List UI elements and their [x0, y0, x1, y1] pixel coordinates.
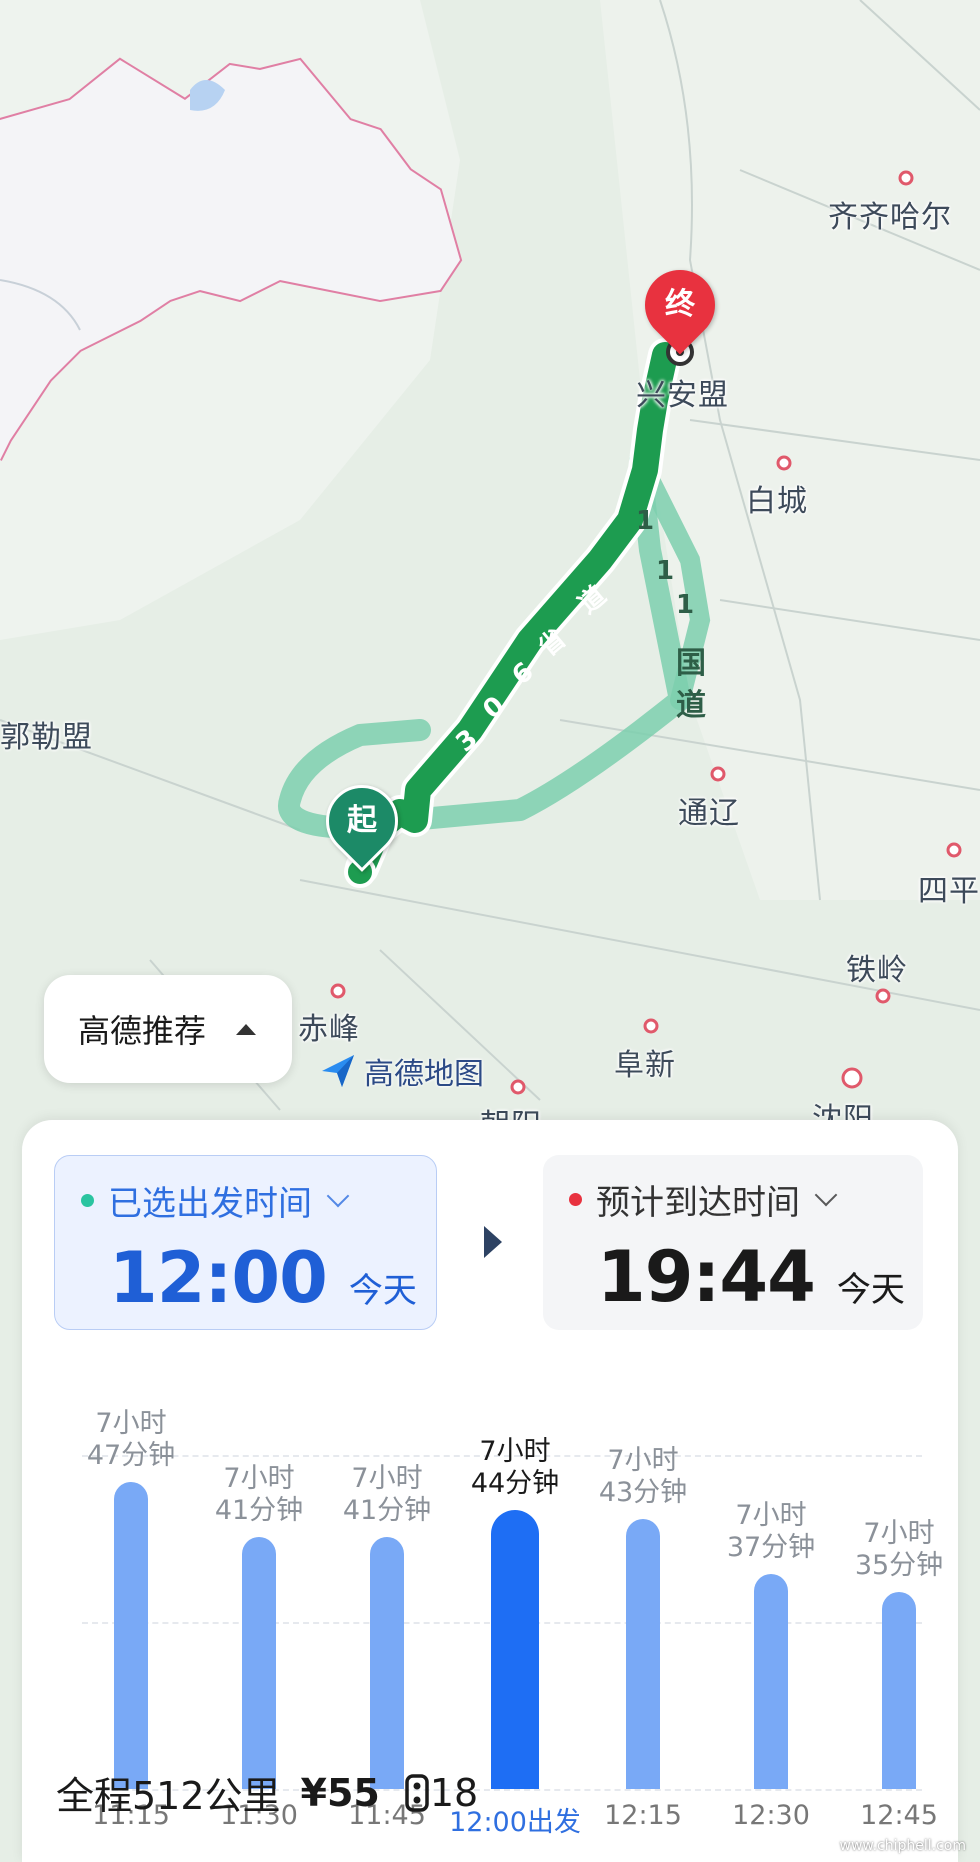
duration-line: 41分钟 — [342, 1495, 432, 1527]
depart-dot-icon — [81, 1194, 94, 1207]
city-label-siping: 四平 — [918, 874, 980, 909]
region-label: 郭勒盟 — [0, 720, 93, 755]
duration-line: 35分钟 — [854, 1550, 944, 1581]
chevron-down-icon — [326, 1184, 350, 1207]
duration-line: 7小时 — [607, 1444, 679, 1476]
city-label-xinganmeng: 兴安盟 — [636, 378, 729, 413]
duration-line: 7小时 — [735, 1499, 807, 1531]
end-pin-label: 终 — [665, 287, 695, 322]
arrive-time-selector[interactable]: 预计到达时间 19:44 今天 — [543, 1155, 923, 1330]
duration-bar — [114, 1482, 148, 1789]
duration-line: 7小时 — [479, 1435, 551, 1467]
city-label-tieling: 铁岭 — [846, 953, 908, 988]
duration-line: 41分钟 — [214, 1495, 304, 1527]
road-label-char: 1 — [636, 506, 655, 536]
time-tick-label: 12:15 — [604, 1800, 682, 1831]
toll-text: ¥55 — [300, 1770, 380, 1815]
departure-time-chart: 7小时 47分钟 11:15 7小时 41分钟 11:30 7小时 41分钟 11:45 7小时 4… — [22, 1365, 958, 1838]
city-label-tongliao: 通辽 — [678, 796, 740, 831]
city-label-fuxin: 阜新 — [614, 1048, 676, 1083]
duration-bar — [242, 1537, 276, 1789]
city-label-baicheng: 白城 — [746, 484, 808, 519]
road-label-char: 1 — [656, 556, 675, 586]
duration-bar — [754, 1573, 788, 1789]
duration-bar — [626, 1518, 660, 1789]
arrive-dot-icon — [569, 1193, 582, 1206]
duration-line: 37分钟 — [726, 1531, 816, 1563]
depart-time: 12:00 — [109, 1237, 328, 1319]
caret-up-icon — [236, 1023, 257, 1035]
start-pin-label: 起 — [347, 803, 377, 838]
road-label-char: 道 — [676, 688, 706, 723]
time-tick-label: 12:45 — [860, 1800, 938, 1831]
time-slot-6[interactable]: 7小时 35分钟 12:45 — [835, 1365, 963, 1835]
end-pin-icon[interactable]: 终 — [630, 255, 730, 355]
duration-label: 7小时 35分钟 — [835, 1518, 963, 1582]
time-slot-4[interactable]: 7小时 43分钟 12:15 — [579, 1365, 707, 1835]
duration-line: 44分钟 — [470, 1467, 560, 1499]
recommend-label: 高德推荐 — [78, 1012, 207, 1050]
traffic-light-count: 18 — [429, 1770, 479, 1815]
arrive-label: 预计到达时间 — [596, 1183, 800, 1223]
distance-text: 全程512公里 — [56, 1774, 281, 1818]
brand-logo: 高德地图 — [318, 1049, 484, 1093]
duration-label: 7小时 47分钟 — [67, 1408, 195, 1472]
duration-label: 7小时 41分钟 — [195, 1463, 323, 1527]
city-label-chifeng: 赤峰 — [298, 1012, 360, 1047]
duration-line: 7小时 — [863, 1518, 935, 1549]
duration-bar — [370, 1537, 404, 1789]
duration-label: 7小时 41分钟 — [323, 1463, 451, 1527]
recommend-dropdown[interactable]: 高德推荐 — [44, 975, 292, 1083]
arrive-day: 今天 — [836, 1270, 905, 1310]
duration-line: 7小时 — [351, 1463, 423, 1495]
route-summary: 全程512公里 ¥55 18 — [56, 1765, 478, 1820]
traffic-light-icon — [405, 1773, 429, 1812]
duration-label: 7小时 44分钟 — [451, 1436, 579, 1500]
arrive-time: 19:44 — [597, 1236, 816, 1318]
chevron-down-icon — [814, 1183, 838, 1206]
road-label-char: 1 — [676, 590, 695, 620]
duration-bar — [882, 1592, 916, 1789]
depart-time-selector[interactable]: 已选出发时间 12:00 今天 — [54, 1155, 437, 1330]
depart-day: 今天 — [348, 1271, 417, 1311]
play-arrow-icon — [484, 1226, 502, 1258]
brand-name: 高德地图 — [364, 1057, 484, 1092]
duration-line: 7小时 — [95, 1408, 167, 1440]
watermark: www.chiphell.com — [839, 1838, 966, 1854]
time-slot-5[interactable]: 7小时 37分钟 12:30 — [707, 1365, 835, 1835]
duration-line: 47分钟 — [86, 1440, 176, 1472]
road-label-char: 国 — [676, 646, 706, 681]
depart-label: 已选出发时间 — [108, 1184, 312, 1224]
city-label-qiqihar: 齐齐哈尔 — [828, 200, 952, 235]
duration-bar — [491, 1509, 539, 1789]
duration-line: 7小时 — [223, 1463, 295, 1495]
duration-line: 43分钟 — [598, 1476, 688, 1508]
duration-label: 7小时 43分钟 — [579, 1445, 707, 1509]
time-tick-label: 12:30 — [732, 1800, 810, 1831]
duration-label: 7小时 37分钟 — [707, 1500, 835, 1564]
navigation-arrow-icon — [322, 1055, 354, 1087]
time-panel: 已选出发时间 12:00 今天 预计到达时间 19:44 今天 7小时 47分钟 1… — [22, 1120, 958, 1862]
